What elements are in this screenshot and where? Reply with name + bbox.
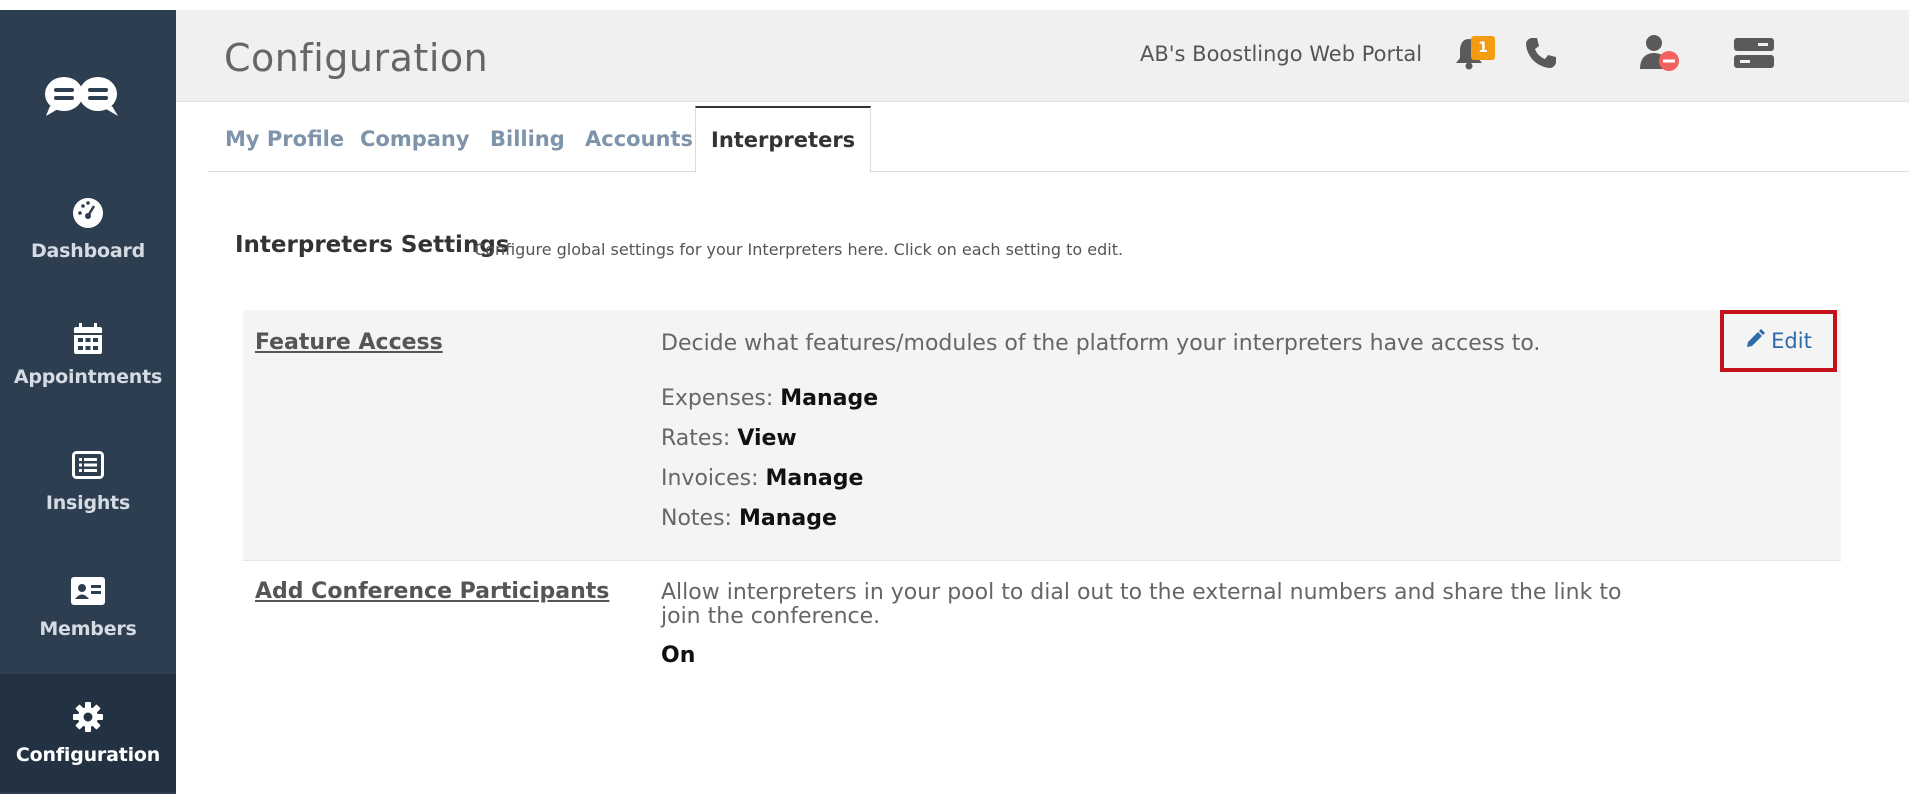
top-header: Configuration AB's Boostlingo Web Portal… <box>176 10 1909 102</box>
sidebar-item-configuration[interactable]: Configuration <box>0 674 176 792</box>
sidebar-item-insights[interactable]: Insights <box>0 422 176 540</box>
notification-badge: 1 <box>1471 36 1495 60</box>
phone-icon <box>1524 36 1558 74</box>
sidebar-item-members[interactable]: Members <box>0 548 176 666</box>
edit-feature-access-button[interactable]: Edit <box>1720 310 1837 372</box>
sidebar-item-appointments[interactable]: Appointments <box>0 296 176 414</box>
tab-accounts[interactable]: Accounts <box>585 106 693 172</box>
boostlingo-logo[interactable] <box>42 72 122 120</box>
value-text: Manage <box>780 386 879 411</box>
setting-value-invoices: Invoices: Manage <box>661 466 863 491</box>
value-text: View <box>737 426 797 451</box>
id-card-icon <box>71 574 105 608</box>
sidebar-item-label: Insights <box>45 492 131 514</box>
sidebar-item-dashboard[interactable]: Dashboard <box>0 170 176 288</box>
pencil-icon <box>1745 328 1766 354</box>
section-title: Interpreters Settings <box>235 232 510 258</box>
tab-billing[interactable]: Billing <box>490 106 565 172</box>
tab-company[interactable]: Company <box>360 106 470 172</box>
user-status-button[interactable] <box>1636 30 1686 80</box>
calendar-icon <box>71 322 105 356</box>
config-tabs: My Profile Company Billing Accounts Inte… <box>208 106 1909 173</box>
user-unavailable-icon <box>1639 33 1683 77</box>
list-icon <box>71 448 105 482</box>
sidebar-item-label: Configuration <box>15 744 161 766</box>
sidebar: Dashboard Appointments Insights Members … <box>0 10 176 794</box>
sidebar-item-label: Dashboard <box>30 240 146 262</box>
setting-row-add-conference-participants: Add Conference Participants Allow interp… <box>243 560 1841 710</box>
phone-button[interactable] <box>1516 30 1566 80</box>
server-button[interactable] <box>1729 30 1779 80</box>
tab-my-profile[interactable]: My Profile <box>225 106 344 172</box>
page-title: Configuration <box>224 36 489 80</box>
sidebar-item-label: Appointments <box>13 366 163 388</box>
setting-value-conference: On <box>661 643 695 668</box>
setting-value-expenses: Expenses: Manage <box>661 386 878 411</box>
server-icon <box>1734 36 1774 74</box>
value-key: Rates: <box>661 426 731 451</box>
value-text: Manage <box>765 466 864 491</box>
portal-name: AB's Boostlingo Web Portal <box>1140 42 1423 66</box>
value-text: On <box>661 643 696 668</box>
value-key: Notes: <box>661 506 732 531</box>
gear-icon <box>71 700 105 734</box>
section-subtitle: Configure global settings for your Inter… <box>474 240 1124 259</box>
dashboard-icon <box>71 196 105 230</box>
setting-row-feature-access: Feature Access Decide what features/modu… <box>243 310 1841 560</box>
sidebar-item-label: Members <box>39 618 137 640</box>
setting-description: Decide what features/modules of the plat… <box>661 331 1541 356</box>
value-key: Invoices: <box>661 466 759 491</box>
setting-value-rates: Rates: View <box>661 426 797 451</box>
value-key: Expenses: <box>661 386 774 411</box>
setting-name-feature-access[interactable]: Feature Access <box>255 330 443 355</box>
value-text: Manage <box>738 506 837 531</box>
edit-label: Edit <box>1771 329 1812 353</box>
setting-description: Allow interpreters in your pool to dial … <box>661 580 1622 629</box>
tab-interpreters[interactable]: Interpreters <box>695 106 872 173</box>
setting-name-add-conference-participants[interactable]: Add Conference Participants <box>255 579 609 604</box>
notifications-button[interactable]: 1 <box>1444 30 1495 80</box>
setting-value-notes: Notes: Manage <box>661 506 837 531</box>
